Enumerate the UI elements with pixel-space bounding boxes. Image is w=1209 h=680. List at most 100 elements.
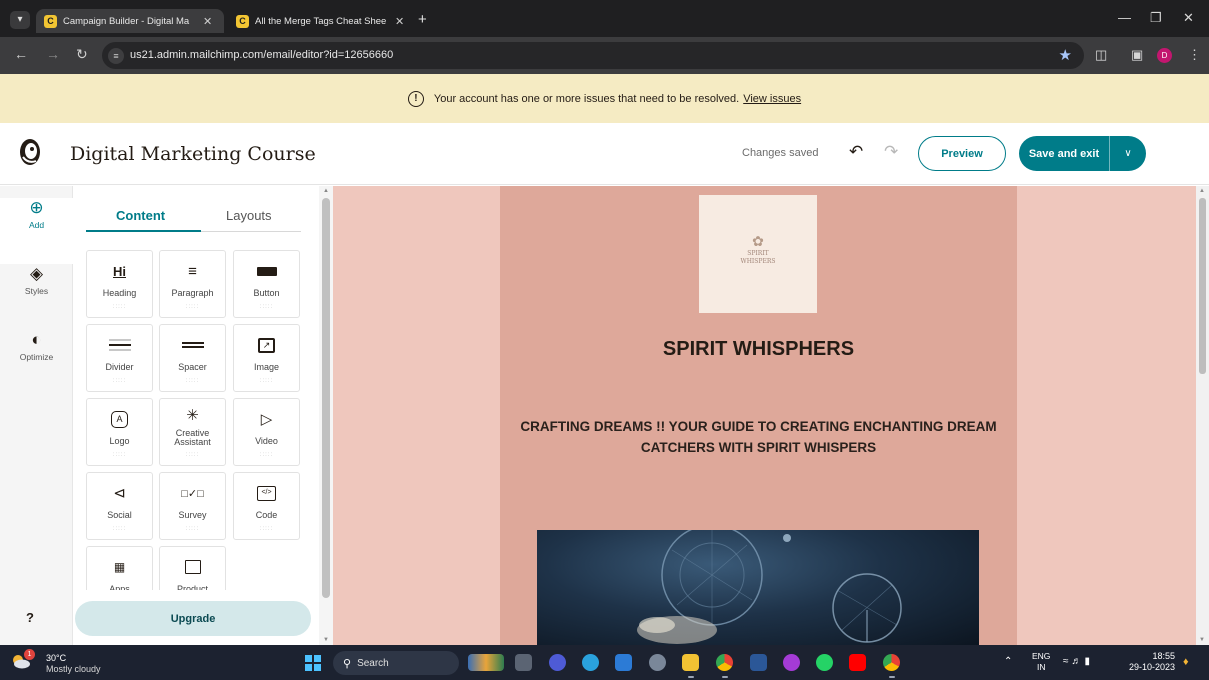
email-subheading[interactable]: CRAFTING DREAMS !! YOUR GUIDE TO CREATIN… xyxy=(520,416,997,458)
forward-icon[interactable]: → xyxy=(46,46,60,62)
tab-layouts[interactable]: Layouts xyxy=(226,208,272,223)
scroll-up-icon[interactable]: ▲ xyxy=(1199,188,1205,194)
more-icon[interactable]: ⋮ xyxy=(1188,47,1201,63)
chrome-profile-icon[interactable] xyxy=(883,654,900,671)
redo-icon[interactable]: ↷ xyxy=(884,142,898,162)
rail-item-add[interactable]: ⊕ Add xyxy=(0,198,73,264)
rail-item-styles[interactable]: ◈ Styles xyxy=(0,264,73,296)
block-video[interactable]: ▷ Video ::::: xyxy=(233,398,300,466)
block-button[interactable]: Button ::::: xyxy=(233,250,300,318)
block-image[interactable]: ↗ Image ::::: xyxy=(233,324,300,392)
profile-avatar[interactable]: D xyxy=(1157,48,1172,63)
block-social[interactable]: ⊲ Social ::::: xyxy=(86,472,153,540)
block-survey[interactable]: □✓□ Survey ::::: xyxy=(159,472,226,540)
language-indicator[interactable]: ENG IN xyxy=(1032,651,1050,673)
sidepanel-icon[interactable]: ▣ xyxy=(1131,47,1143,63)
store-icon[interactable] xyxy=(615,654,632,671)
drag-handle-icon[interactable]: ::::: xyxy=(234,378,299,384)
chrome-icon[interactable] xyxy=(716,654,733,671)
email-logo-block[interactable]: ✿ SPIRIT WHISPERS xyxy=(699,195,817,313)
star-icon[interactable]: ★ xyxy=(1059,46,1072,64)
block-creative-assistant[interactable]: ✳ Creative Assistant ::::: xyxy=(159,398,226,466)
scroll-up-icon[interactable]: ▲ xyxy=(323,188,329,194)
system-tray-icons[interactable]: ≈♬▮ xyxy=(1063,656,1093,667)
block-logo[interactable]: A Logo ::::: xyxy=(86,398,153,466)
save-and-exit-label[interactable]: Save and exit xyxy=(1019,148,1109,160)
canvas-scrollbar[interactable]: ▲ ▼ xyxy=(1196,186,1209,645)
reload-icon[interactable]: ↻ xyxy=(76,46,88,63)
undo-icon[interactable]: ↶ xyxy=(849,142,863,162)
taskbar-search[interactable]: ⚲ Search xyxy=(333,651,459,675)
tab-search-icon[interactable]: ▾ xyxy=(10,11,30,29)
view-issues-link[interactable]: View issues xyxy=(743,93,801,105)
drag-handle-icon[interactable]: ::::: xyxy=(160,304,225,310)
scroll-down-icon[interactable]: ▼ xyxy=(323,637,329,643)
drag-handle-icon[interactable]: ::::: xyxy=(160,378,225,384)
drag-handle-icon[interactable]: ::::: xyxy=(87,452,152,458)
weather-description[interactable]: Mostly cloudy xyxy=(46,664,101,674)
file-explorer-icon[interactable] xyxy=(682,654,699,671)
meet-icon[interactable] xyxy=(549,654,566,671)
chevron-down-icon[interactable]: ∨ xyxy=(1110,148,1146,159)
drag-handle-icon[interactable]: ::::: xyxy=(234,526,299,532)
browser-tab[interactable]: C All the Merge Tags Cheat Shee ✕ xyxy=(228,9,414,33)
telegram-icon[interactable] xyxy=(582,654,599,671)
dream-catcher-illustration xyxy=(637,530,902,644)
rail-item-optimize[interactable]: ◐ Optimize xyxy=(0,330,73,362)
notification-bell-icon[interactable]: ♦ xyxy=(1183,656,1189,668)
upgrade-button[interactable]: Upgrade xyxy=(75,601,311,636)
app-icon[interactable] xyxy=(783,654,800,671)
drag-handle-icon[interactable]: ::::: xyxy=(234,304,299,310)
back-icon[interactable]: ← xyxy=(14,46,28,62)
block-label: Spacer xyxy=(178,362,207,372)
close-icon[interactable]: ✕ xyxy=(203,15,212,28)
block-divider[interactable]: Divider ::::: xyxy=(86,324,153,392)
chevron-up-icon[interactable]: ⌃ xyxy=(1004,656,1012,667)
scrollbar-thumb[interactable] xyxy=(322,198,330,598)
tab-content[interactable]: Content xyxy=(116,208,165,223)
clock[interactable]: 18:55 29-10-2023 xyxy=(1125,651,1175,673)
campaign-title[interactable]: Digital Marketing Course xyxy=(70,143,316,165)
help-icon[interactable]: ? xyxy=(26,610,34,625)
email-heading[interactable]: SPIRIT WHISPHERS xyxy=(500,338,1017,361)
drag-handle-icon[interactable]: ::::: xyxy=(87,304,152,310)
whatsapp-icon[interactable] xyxy=(816,654,833,671)
minimize-icon[interactable]: — xyxy=(1118,10,1131,25)
video-icon: ▷ xyxy=(260,411,273,428)
block-code[interactable]: </> Code ::::: xyxy=(233,472,300,540)
task-view-icon[interactable] xyxy=(515,654,532,671)
save-and-exit-button[interactable]: Save and exit ∨ xyxy=(1019,136,1146,171)
settings-icon[interactable] xyxy=(649,654,666,671)
gauge-icon: ◐ xyxy=(31,330,42,349)
code-icon: </> xyxy=(234,481,299,505)
scroll-down-icon[interactable]: ▼ xyxy=(1199,637,1205,643)
youtube-icon[interactable] xyxy=(849,654,866,671)
block-heading[interactable]: Hi Heading ::::: xyxy=(86,250,153,318)
close-icon[interactable]: ✕ xyxy=(395,15,404,28)
extensions-icon[interactable]: ◫ xyxy=(1095,47,1107,63)
drag-handle-icon[interactable]: ::::: xyxy=(87,526,152,532)
block-paragraph[interactable]: ≡ Paragraph ::::: xyxy=(159,250,226,318)
block-spacer[interactable]: Spacer ::::: xyxy=(159,324,226,392)
url-field[interactable]: ≡ us21.admin.mailchimp.com/email/editor?… xyxy=(102,42,1084,69)
word-icon[interactable] xyxy=(750,654,767,671)
lang-code: ENG xyxy=(1032,651,1051,661)
drag-handle-icon[interactable]: ::::: xyxy=(160,452,225,458)
paragraph-icon: ≡ xyxy=(188,262,197,280)
windows-start-icon[interactable] xyxy=(305,655,321,671)
restore-icon[interactable]: ❐ xyxy=(1150,10,1162,26)
site-info-icon[interactable]: ≡ xyxy=(108,48,124,64)
mailchimp-logo-icon[interactable] xyxy=(18,137,42,167)
drag-handle-icon[interactable]: ::::: xyxy=(87,378,152,384)
widgets-icon[interactable] xyxy=(468,654,504,671)
window-close-icon[interactable]: ✕ xyxy=(1183,10,1194,26)
scrollbar-thumb[interactable] xyxy=(1199,198,1206,374)
drag-handle-icon[interactable]: ::::: xyxy=(234,452,299,458)
browser-tab-active[interactable]: C Campaign Builder - Digital Ma ✕ xyxy=(36,9,224,33)
panel-scrollbar[interactable]: ▲ ▼ xyxy=(319,186,333,645)
drag-handle-icon[interactable]: ::::: xyxy=(160,526,225,532)
weather-temperature[interactable]: 30°C xyxy=(46,653,66,663)
dream-catcher-image[interactable] xyxy=(537,530,979,645)
new-tab-icon[interactable]: + xyxy=(418,12,427,28)
preview-button[interactable]: Preview xyxy=(918,136,1006,171)
